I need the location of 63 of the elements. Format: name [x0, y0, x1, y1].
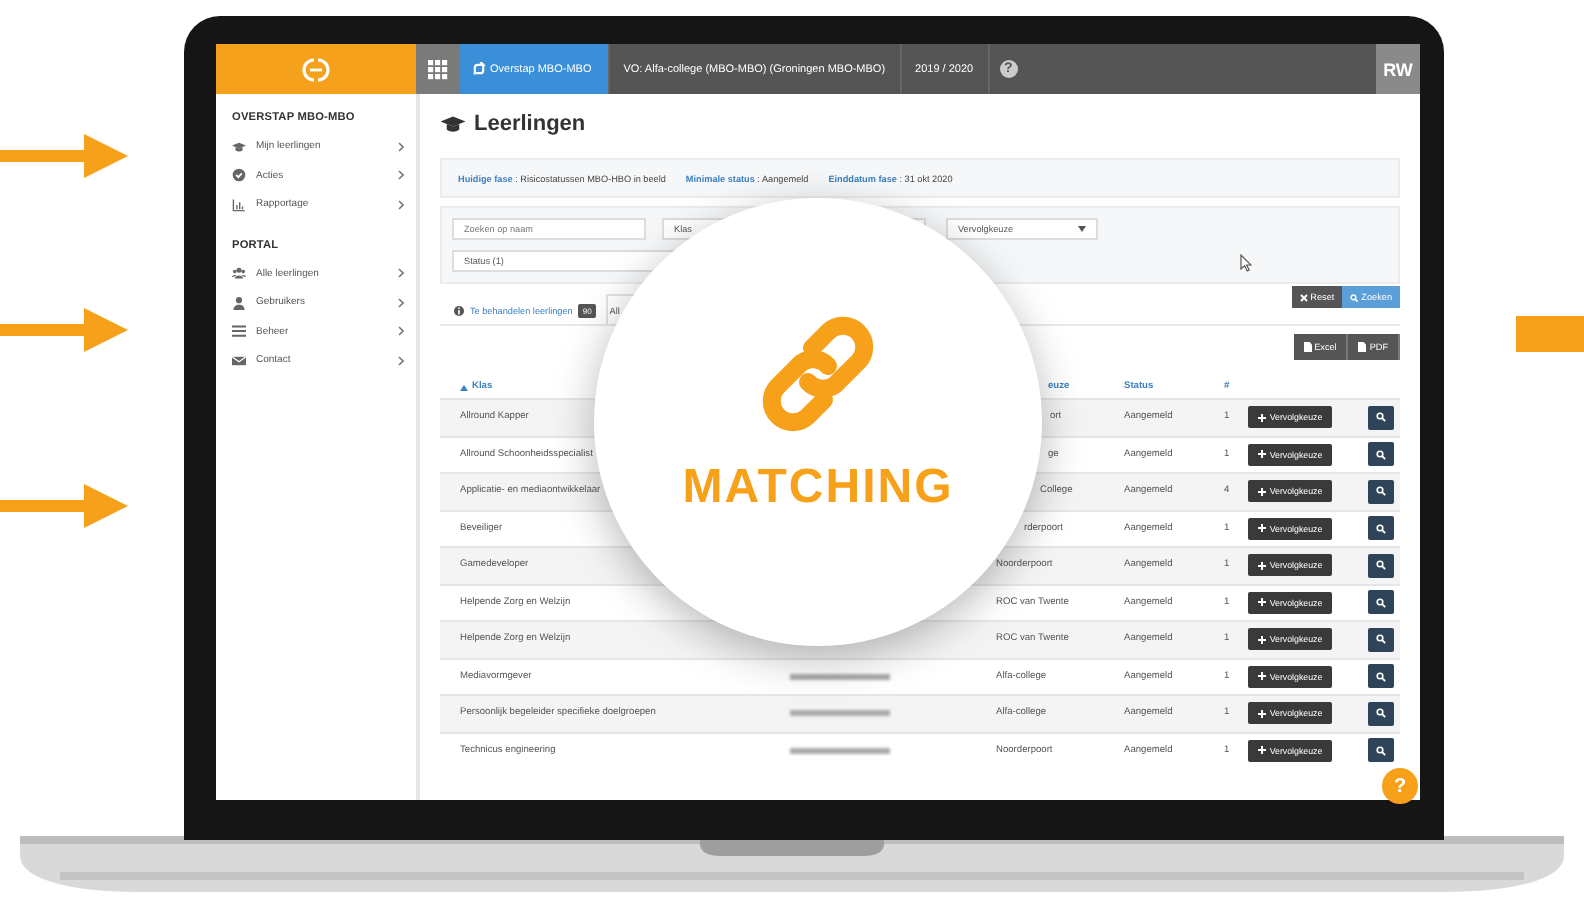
- chevron-icon: [398, 170, 404, 181]
- search-button[interactable]: [1368, 479, 1394, 504]
- close-icon: [1299, 293, 1308, 301]
- search-icon: [1376, 634, 1386, 645]
- chevron-icon: [398, 199, 404, 210]
- search-icon: [1376, 708, 1386, 719]
- search-button[interactable]: [1368, 442, 1394, 467]
- plus-icon: [1257, 709, 1266, 718]
- cursor-icon: [1240, 254, 1252, 272]
- search-button[interactable]: [1368, 627, 1394, 652]
- chevron-icon: [398, 297, 404, 308]
- menu-icon: [232, 353, 246, 368]
- search-icon: [1376, 412, 1386, 423]
- chevron-icon: [398, 355, 404, 366]
- menu-icon: [232, 324, 246, 339]
- plus-icon: [1257, 524, 1266, 533]
- plus-icon: [1257, 487, 1266, 496]
- plus-icon: [1257, 672, 1266, 681]
- search-button[interactable]: [1368, 553, 1394, 578]
- search-button[interactable]: [1368, 664, 1394, 689]
- menu-icon: [232, 139, 246, 154]
- info-icon: [454, 305, 464, 315]
- file-icon: [1303, 342, 1312, 352]
- search-icon: [1350, 293, 1359, 301]
- search-icon: [1376, 671, 1386, 682]
- search-icon: [1376, 449, 1386, 460]
- plus-icon: [1257, 561, 1266, 570]
- menu-icon: [232, 266, 246, 281]
- search-icon: [1376, 560, 1386, 571]
- plus-icon: [1257, 598, 1266, 607]
- apps-button[interactable]: [416, 44, 460, 94]
- search-button[interactable]: [1368, 738, 1394, 763]
- arrow: [0, 484, 128, 528]
- arrow: [0, 134, 128, 178]
- search-button[interactable]: [1368, 405, 1394, 430]
- search-button[interactable]: [1368, 516, 1394, 541]
- chevron-icon: [398, 268, 404, 279]
- page-title: Leerlingen: [474, 112, 586, 136]
- chevron-icon: [398, 326, 404, 337]
- plus-icon: [1257, 450, 1266, 459]
- search-icon: [1376, 597, 1386, 608]
- plus-icon: [1257, 413, 1266, 422]
- menu-icon: [232, 168, 246, 183]
- graduation-cap-icon: [440, 114, 466, 134]
- menu-icon: [232, 197, 246, 212]
- overlay-title: MATCHING: [682, 460, 954, 516]
- menu-icon: [232, 295, 246, 310]
- sort-icon: [460, 383, 468, 391]
- search-icon: [1376, 745, 1386, 756]
- file-icon: [1358, 342, 1367, 352]
- arrow-tail: [1516, 316, 1584, 352]
- search-button[interactable]: [1368, 701, 1394, 726]
- plus-icon: [1257, 635, 1266, 644]
- search-button[interactable]: [1368, 590, 1394, 615]
- logo-icon: [298, 53, 334, 85]
- arrow: [0, 308, 128, 352]
- grid-icon: [428, 59, 448, 79]
- search-icon: [1376, 523, 1386, 534]
- search-icon: [1376, 486, 1386, 497]
- chevron-icon: [398, 141, 404, 152]
- plus-icon: [1257, 746, 1266, 755]
- caret-icon: [1078, 226, 1086, 232]
- swap-icon: [472, 62, 486, 76]
